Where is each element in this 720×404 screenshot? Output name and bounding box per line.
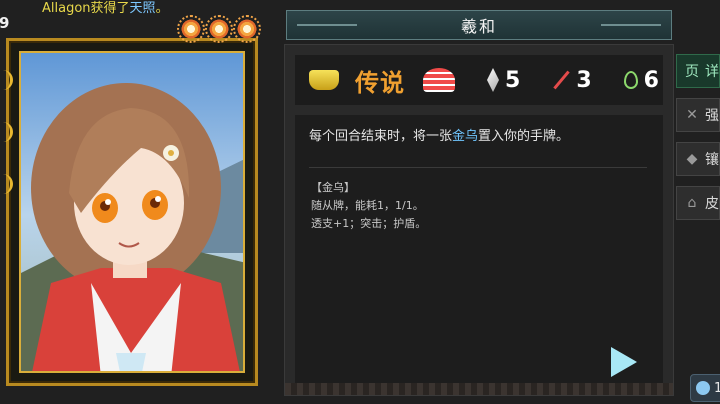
star-rating: [177, 15, 261, 43]
tab-inlay[interactable]: ◆ 镶: [676, 142, 720, 176]
rarity-gold-icon: [309, 70, 339, 90]
race-icon: [423, 68, 455, 92]
sun-icon: [177, 15, 205, 43]
effect-text: 每个回合结束时，将一张金乌置入你的手牌。: [309, 125, 569, 144]
cross-icon: ✕: [686, 107, 698, 123]
life-value: 6: [643, 67, 659, 93]
gem-icon: [696, 381, 710, 395]
tab-enhance[interactable]: ✕ 强: [676, 98, 720, 132]
token-name: 【金乌】: [311, 181, 355, 194]
moon-icon: [0, 174, 13, 194]
crystal-cost: 5: [505, 67, 521, 93]
sun-icon: [233, 15, 261, 43]
gem-currency[interactable]: 1: [690, 374, 720, 402]
page-icon: 页: [685, 64, 699, 80]
gem-slot-icon: ◆: [686, 151, 698, 167]
acquisition-notice: Allagon获得了天照。: [42, 0, 169, 16]
tab-label: 强: [705, 108, 719, 124]
effect-text-pre: 每个回合结束时，将一张: [309, 129, 453, 144]
drop-icon: [623, 71, 638, 89]
next-arrow-icon[interactable]: [611, 347, 637, 377]
moon-decoration: [0, 70, 13, 226]
card-stats-bar: 传说 5 3 6: [295, 55, 663, 105]
title-ornament-right: [601, 24, 661, 26]
crystal-icon: [487, 68, 499, 92]
tab-label: 镶: [705, 152, 719, 168]
notice-tail: 。: [155, 1, 169, 16]
notice-player: Allagon: [42, 1, 91, 16]
title-ornament-left: [297, 24, 357, 26]
card-portrait: [19, 51, 245, 373]
moon-icon: [0, 122, 13, 142]
effect-text-post: 置入你的手牌。: [478, 129, 570, 144]
card-detail-panel: 传说 5 3 6 每个回合结束时，将一张金乌置入你的手牌。 【金乌】 随从牌，能…: [284, 44, 674, 396]
card-title-bar: 羲和: [286, 10, 672, 40]
tab-label: 详: [705, 64, 719, 80]
divider: [309, 167, 647, 168]
tab-details[interactable]: 页 详: [676, 54, 720, 88]
notice-verb: 获得了: [90, 1, 130, 16]
card-title: 羲和: [460, 17, 497, 36]
token-line-2: 透支+1；突击；护盾。: [311, 217, 427, 230]
tab-label: 皮: [705, 196, 719, 212]
gem-count: 1: [714, 380, 720, 396]
attack-value: 3: [576, 67, 592, 93]
moon-icon: [0, 70, 13, 90]
panel-bottom-border: [285, 383, 673, 395]
left-counter: 9: [0, 14, 10, 32]
dagger-icon: [552, 69, 570, 91]
rarity-label: 传说: [355, 68, 405, 97]
token-line-1: 随从牌，能耗1，1/1。: [311, 199, 424, 212]
card-portrait-frame: [6, 38, 258, 386]
tab-skin[interactable]: ⌂ 皮: [676, 186, 720, 220]
effect-keyword[interactable]: 金乌: [452, 129, 478, 144]
character-portrait-art: [21, 53, 243, 371]
notice-item: 天照: [129, 1, 156, 16]
sun-icon: [205, 15, 233, 43]
card-description: 每个回合结束时，将一张金乌置入你的手牌。 【金乌】 随从牌，能耗1，1/1。 透…: [295, 115, 663, 383]
hanger-icon: ⌂: [687, 195, 697, 211]
